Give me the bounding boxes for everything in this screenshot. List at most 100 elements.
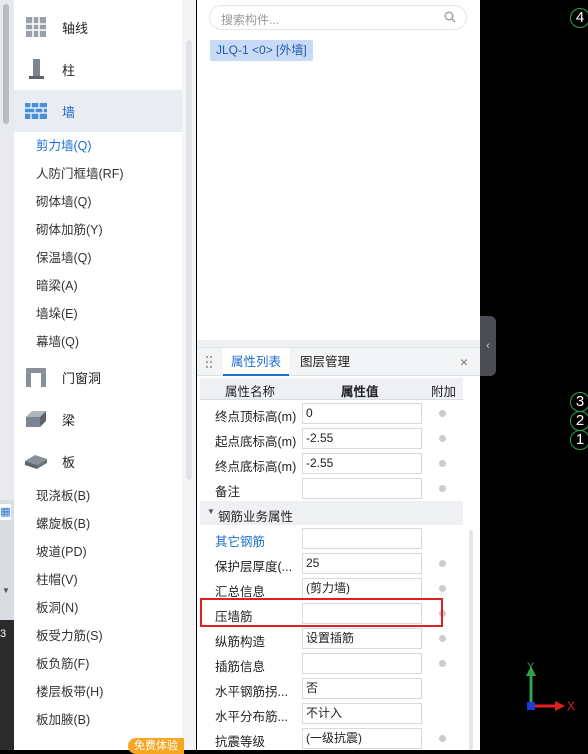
extra-checkbox[interactable]	[439, 660, 446, 667]
property-value-field[interactable]	[302, 478, 422, 499]
axis-y-label: Y	[527, 661, 535, 673]
tree-item-cast-slab[interactable]: 现浇板(B)	[36, 486, 90, 506]
property-name: 水平分布筋...	[215, 710, 288, 724]
table-row: 终点顶标高(m) 0	[200, 401, 463, 426]
close-icon[interactable]: ×	[460, 354, 468, 370]
tree-scrollbar-thumb[interactable]	[186, 40, 192, 480]
grid-view-icon[interactable]: ▦	[0, 504, 11, 520]
column-header-extra: 附加	[431, 385, 457, 399]
tree-category-label: 梁	[62, 412, 76, 428]
extra-checkbox[interactable]	[439, 485, 446, 492]
table-row: 终点底标高(m) -2.55	[200, 451, 463, 476]
tab-layer-management[interactable]: 图层管理	[300, 348, 350, 376]
extra-checkbox[interactable]	[439, 460, 446, 467]
door-window-icon	[26, 368, 46, 387]
property-value-field[interactable]: (一级抗震)	[302, 728, 422, 749]
annotation-highlight-box	[200, 598, 443, 627]
tree-item-masonry-wall[interactable]: 砌体墙(Q)	[36, 192, 92, 212]
rebar-section-header[interactable]: ▼ 钢筋业务属性	[200, 501, 463, 525]
axis-bubble: 3	[570, 392, 588, 412]
tree-item-slab-hole[interactable]: 板洞(N)	[36, 598, 78, 618]
search-icon[interactable]	[444, 11, 456, 23]
property-value-field[interactable]: -2.55	[302, 428, 422, 449]
tree-item-slab-haunch[interactable]: 板加腋(B)	[36, 710, 90, 730]
extra-checkbox[interactable]	[439, 735, 446, 742]
column-header-value: 属性值	[341, 385, 379, 399]
table-row: 备注	[200, 476, 463, 501]
selected-component-item[interactable]: JLQ-1 <0> [外墙]	[210, 40, 313, 61]
tree-item-masonry-reinforcement[interactable]: 砌体加筋(Y)	[36, 220, 103, 240]
tree-item-ramp[interactable]: 坡道(PD)	[36, 542, 87, 562]
property-name: 备注	[215, 485, 241, 499]
tree-category-label: 门窗洞	[62, 370, 102, 386]
column-icon	[29, 59, 44, 79]
tree-item-wall-pier[interactable]: 墙垛(E)	[36, 304, 78, 324]
tree-item-spiral-slab[interactable]: 螺旋板(B)	[36, 514, 90, 534]
property-value-field[interactable]: -2.55	[302, 453, 422, 474]
property-name: 纵筋构造	[215, 635, 266, 649]
property-value-field[interactable]: 不计入	[302, 703, 422, 724]
tab-property-list[interactable]: 属性列表	[223, 348, 289, 376]
properties-scrollbar[interactable]	[469, 530, 473, 750]
left-scrollbar-thumb[interactable]	[3, 4, 9, 124]
component-tree-panel: 轴线 柱 墙 剪力墙(Q) 人防门框墙(RF) 砌体墙(Q) 砌体加筋(Y) 保…	[14, 0, 196, 754]
tree-item-slab-negative-rebar[interactable]: 板负筋(F)	[36, 654, 89, 674]
tree-category-label: 柱	[62, 62, 76, 78]
grid-icon	[26, 17, 46, 37]
tree-item-shear-wall[interactable]: 剪力墙(Q)	[36, 136, 92, 156]
axis-bubble: 4	[570, 8, 588, 28]
property-value-field[interactable]: (剪力墙)	[302, 578, 422, 599]
drag-handle-icon[interactable]	[205, 355, 213, 369]
search-input[interactable]: 搜索构件...	[209, 5, 467, 30]
extra-checkbox[interactable]	[439, 560, 446, 567]
tree-item-insulation-wall[interactable]: 保温墙(Q)	[36, 248, 92, 268]
property-value-field[interactable]: 25	[302, 553, 422, 574]
property-name: 保护层厚度(...	[215, 560, 293, 574]
property-name: 抗震等级	[215, 735, 266, 749]
tree-category-axis[interactable]: 轴线	[14, 6, 182, 48]
property-value-field[interactable]	[302, 528, 422, 549]
tree-category-column[interactable]: 柱	[14, 48, 182, 90]
property-value-field[interactable]: 设置插筋	[302, 628, 422, 649]
tree-category-label: 墙	[62, 104, 76, 120]
properties-table-header: 属性名称 属性值 附加	[200, 378, 463, 400]
property-value-field[interactable]: 0	[302, 403, 422, 424]
properties-tab-bar: 属性列表 图层管理 ×	[197, 348, 480, 376]
scroll-down-arrow-icon[interactable]: ▼	[2, 586, 10, 595]
property-value-field[interactable]	[302, 653, 422, 674]
extra-checkbox[interactable]	[439, 410, 446, 417]
extra-checkbox[interactable]	[439, 635, 446, 642]
search-placeholder: 搜索构件...	[221, 13, 280, 27]
table-row: 抗震等级 (一级抗震)	[200, 726, 463, 751]
free-trial-badge[interactable]: 免费体验	[128, 738, 184, 754]
tree-item-floor-slab-strip[interactable]: 楼层板带(H)	[36, 682, 103, 702]
property-value-field[interactable]: 否	[302, 678, 422, 699]
property-name: 终点顶标高(m)	[215, 410, 297, 424]
tree-category-beam[interactable]: 梁	[14, 398, 182, 440]
tree-item-civil-defense-door-wall[interactable]: 人防门框墙(RF)	[36, 164, 124, 184]
table-row: 纵筋构造 设置插筋	[200, 626, 463, 651]
properties-panel: 属性列表 图层管理 × 属性名称 属性值 附加 终点顶标高(m) 0 起点底标高…	[197, 347, 480, 750]
beam-icon	[26, 411, 46, 427]
section-label: 钢筋业务属性	[218, 510, 294, 524]
panel-collapse-handle[interactable]: ‹	[480, 316, 496, 376]
tree-category-door-window[interactable]: 门窗洞	[14, 356, 182, 398]
tree-scrollbar[interactable]	[182, 0, 196, 750]
axis-bubble: 2	[570, 411, 588, 431]
left-edge-digit: 3	[0, 628, 7, 640]
extra-checkbox[interactable]	[439, 435, 446, 442]
tree-item-hidden-beam[interactable]: 暗梁(A)	[36, 276, 78, 296]
tree-category-slab[interactable]: 板	[14, 440, 182, 482]
collapse-caret-icon[interactable]: ▼	[207, 507, 215, 516]
coordinate-axis-icon: Y X	[526, 661, 575, 713]
property-name-link[interactable]: 其它钢筋	[215, 531, 265, 550]
extra-checkbox[interactable]	[439, 585, 446, 592]
tree-item-curtain-wall[interactable]: 幕墙(Q)	[36, 332, 79, 352]
table-row: 保护层厚度(... 25	[200, 551, 463, 576]
tree-category-wall[interactable]: 墙	[14, 90, 182, 132]
tree-item-slab-stress-rebar[interactable]: 板受力筋(S)	[36, 626, 103, 646]
drawing-canvas[interactable]	[480, 0, 588, 750]
table-row: 水平钢筋拐... 否	[200, 676, 463, 701]
tree-item-column-cap[interactable]: 柱帽(V)	[36, 570, 78, 590]
component-list-panel: 搜索构件... JLQ-1 <0> [外墙] 属性列表 图层管理 × 属性名称 …	[197, 0, 480, 750]
